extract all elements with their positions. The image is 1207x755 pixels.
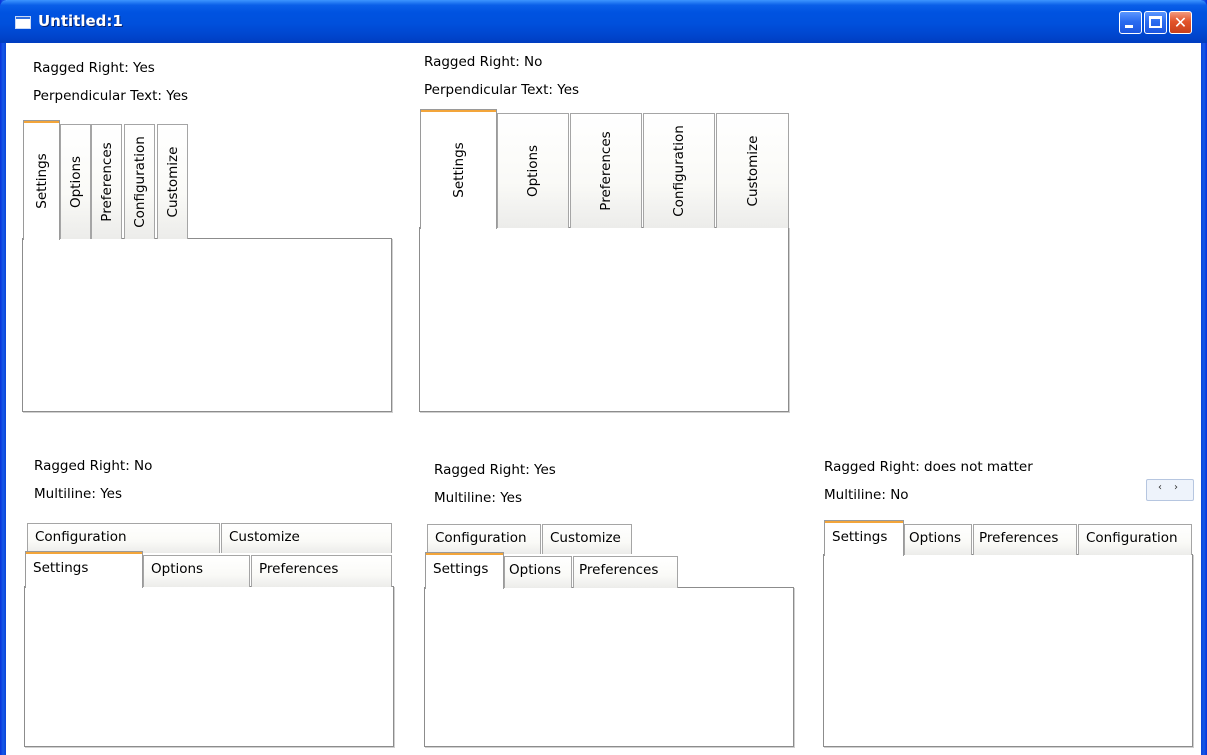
group4-tab-panel <box>424 587 794 747</box>
group3-tab-options[interactable]: Options <box>143 555 250 587</box>
group3-multiline-label: Multiline: Yes <box>34 486 122 502</box>
group2-perpendicular-label: Perpendicular Text: Yes <box>424 82 580 98</box>
group1-tab-configuration[interactable]: Configuration <box>124 124 155 239</box>
maximize-button[interactable] <box>1144 11 1167 34</box>
group1-tab-settings[interactable]: Settings <box>23 120 60 240</box>
group3-tab-configuration[interactable]: Configuration <box>27 523 220 553</box>
chevron-left-icon[interactable]: ‹ <box>1158 482 1162 493</box>
group5-tab-configuration[interactable]: Configuration <box>1078 524 1192 555</box>
group4-tab-preferences[interactable]: Preferences <box>573 556 678 588</box>
group1-perpendicular-label: Perpendicular Text: Yes <box>33 88 189 104</box>
group2-tab-customize[interactable]: Customize <box>716 113 789 228</box>
group2-tab-panel <box>419 227 789 412</box>
group3-tab-panel <box>24 586 394 747</box>
minimize-button[interactable] <box>1119 11 1142 34</box>
group2-tab-options[interactable]: Options <box>497 113 569 228</box>
window-icon[interactable] <box>15 16 31 29</box>
minimize-icon <box>1125 25 1133 28</box>
window-title: Untitled:1 <box>38 12 123 30</box>
group4-tab-customize[interactable]: Customize <box>542 524 632 554</box>
group5-tab-panel <box>823 554 1193 747</box>
app-window: Untitled:1 ✕ Ragged Right: Yes Perpendic… <box>0 0 1207 755</box>
group5-tab-settings[interactable]: Settings <box>824 520 904 556</box>
close-button[interactable]: ✕ <box>1169 11 1192 34</box>
group4-tab-settings[interactable]: Settings <box>425 552 504 589</box>
group1-tab-preferences[interactable]: Preferences <box>91 124 122 239</box>
group4-multiline-label: Multiline: Yes <box>434 490 522 506</box>
group3-tab-preferences[interactable]: Preferences <box>251 555 392 587</box>
group1-tab-customize[interactable]: Customize <box>157 124 188 239</box>
group2-ragged-label: Ragged Right: No <box>424 54 543 70</box>
group4-ragged-label: Ragged Right: Yes <box>434 462 556 478</box>
group4-tab-options[interactable]: Options <box>504 556 572 588</box>
group4-tab-configuration[interactable]: Configuration <box>427 524 541 554</box>
group2-tab-settings[interactable]: Settings <box>420 109 497 229</box>
group3-tab-settings[interactable]: Settings <box>25 551 143 588</box>
group3-tab-customize[interactable]: Customize <box>221 523 392 553</box>
group1-ragged-label: Ragged Right: Yes <box>33 60 155 76</box>
title-bar[interactable]: Untitled:1 ✕ <box>0 0 1207 43</box>
group2-tab-configuration[interactable]: Configuration <box>643 113 715 228</box>
close-icon: ✕ <box>1173 13 1188 32</box>
group5-tab-preferences[interactable]: Preferences <box>973 524 1077 555</box>
group1-tab-options[interactable]: Options <box>60 124 91 239</box>
group5-ragged-label: Ragged Right: does not matter <box>824 459 1033 475</box>
group2-tab-preferences[interactable]: Preferences <box>570 113 642 228</box>
chevron-right-icon[interactable]: › <box>1174 482 1178 493</box>
maximize-icon <box>1149 16 1162 28</box>
group1-tab-panel <box>22 238 392 412</box>
group5-multiline-label: Multiline: No <box>824 487 909 503</box>
group3-ragged-label: Ragged Right: No <box>34 458 153 474</box>
tab-scroll-buttons: ‹ › <box>1146 479 1194 501</box>
group5-tab-options[interactable]: Options <box>904 524 972 555</box>
